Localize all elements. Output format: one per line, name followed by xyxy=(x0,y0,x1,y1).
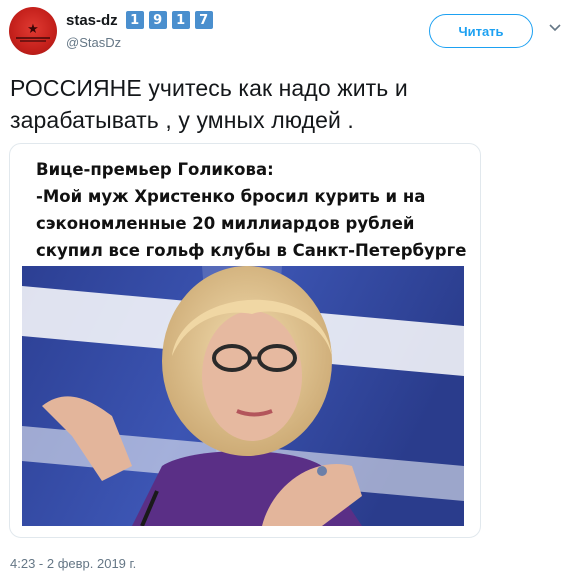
card-photo[interactable] xyxy=(22,266,464,526)
tweet-text-line: РОССИЯНЕ учитесь как надо жить и xyxy=(10,75,408,101)
name-row: stas-dz 1 9 1 7 xyxy=(66,11,218,29)
caption-line: -Мой муж Христенко бросил курить и на xyxy=(36,187,426,206)
avatar-decoration xyxy=(16,37,50,39)
digit-badge: 9 xyxy=(148,11,167,29)
caption-line: сэкономленные 20 миллиардов рублей xyxy=(36,214,415,233)
caption-line: Вице-премьер Голикова: xyxy=(36,160,274,179)
follow-button[interactable]: Читать xyxy=(429,14,533,48)
tweet-text: РОССИЯНЕ учитесь как надо жить и зарабат… xyxy=(10,72,555,136)
digit-badge: 1 xyxy=(125,11,144,29)
avatar-decoration xyxy=(20,40,46,42)
avatar[interactable]: ★ xyxy=(9,7,57,55)
user-info: stas-dz 1 9 1 7 @StasDz xyxy=(66,11,218,50)
digit-badge: 1 xyxy=(171,11,190,29)
star-icon: ★ xyxy=(27,21,39,36)
chevron-down-icon[interactable] xyxy=(549,24,561,32)
media-card[interactable]: Вице-премьер Голикова: -Мой муж Христенк… xyxy=(9,143,481,538)
tweet-timestamp[interactable]: 4:23 - 2 февр. 2019 г. xyxy=(10,556,136,571)
name-badges: 1 9 1 7 xyxy=(125,11,218,29)
user-handle[interactable]: @StasDz xyxy=(66,35,218,50)
digit-badge: 7 xyxy=(194,11,213,29)
caption-line: скупил все гольф клубы в Санкт-Петербург… xyxy=(36,241,467,260)
display-name[interactable]: stas-dz xyxy=(66,12,118,29)
tweet-text-line: зарабатывать , у умных людей . xyxy=(10,107,354,133)
card-caption: Вице-премьер Голикова: -Мой муж Христенк… xyxy=(36,156,476,264)
